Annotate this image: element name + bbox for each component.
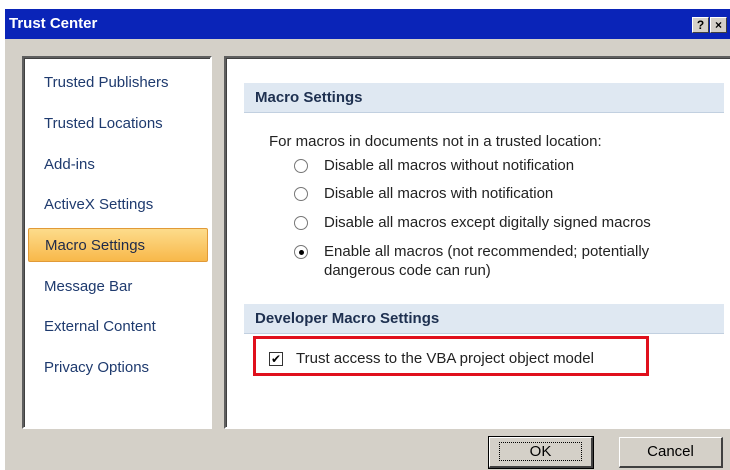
trust-center-dialog: Trust Center ? × Trusted Publishers Trus… xyxy=(4,8,730,470)
nav-item-message-bar[interactable]: Message Bar xyxy=(28,270,208,304)
macro-description: For macros in documents not in a trusted… xyxy=(269,133,602,150)
settings-panel: Macro Settings For macros in documents n… xyxy=(224,56,730,429)
nav-panel: Trusted Publishers Trusted Locations Add… xyxy=(22,56,212,429)
macro-option-label: Disable all macros with notification xyxy=(324,185,554,202)
macro-option-label: Disable all macros without notification xyxy=(324,157,575,174)
vba-trust-checkbox[interactable]: ✔ xyxy=(269,352,283,366)
radio-button[interactable] xyxy=(294,187,308,201)
radio-button[interactable] xyxy=(294,159,308,173)
nav-item-activex-settings[interactable]: ActiveX Settings xyxy=(28,188,208,222)
radio-button-selected[interactable] xyxy=(294,245,308,259)
vba-trust-label[interactable]: Trust access to the VBA project object m… xyxy=(296,350,594,367)
help-icon[interactable]: ? xyxy=(692,17,709,33)
dialog-title: Trust Center xyxy=(9,15,98,32)
macro-option-label: Disable all macros except digitally sign… xyxy=(324,214,651,231)
title-bar: Trust Center ? × xyxy=(5,9,730,39)
nav-item-privacy-options[interactable]: Privacy Options xyxy=(28,351,208,385)
ok-button-label: OK xyxy=(498,442,583,461)
macro-settings-header: Macro Settings xyxy=(244,83,724,113)
ok-button[interactable]: OK xyxy=(488,436,594,469)
close-icon[interactable]: × xyxy=(710,17,727,33)
macro-option-label: Enable all macros (not recommended; pote… xyxy=(324,243,650,260)
nav-item-macro-settings[interactable]: Macro Settings xyxy=(28,228,208,262)
nav-item-add-ins[interactable]: Add-ins xyxy=(28,148,208,182)
developer-macro-settings-header: Developer Macro Settings xyxy=(244,304,724,334)
nav-item-external-content[interactable]: External Content xyxy=(28,310,208,344)
macro-option-label-line2: dangerous code can run) xyxy=(324,262,491,279)
cancel-button[interactable]: Cancel xyxy=(619,437,723,468)
nav-item-trusted-locations[interactable]: Trusted Locations xyxy=(28,107,208,141)
radio-button[interactable] xyxy=(294,216,308,230)
nav-item-trusted-publishers[interactable]: Trusted Publishers xyxy=(28,66,208,100)
